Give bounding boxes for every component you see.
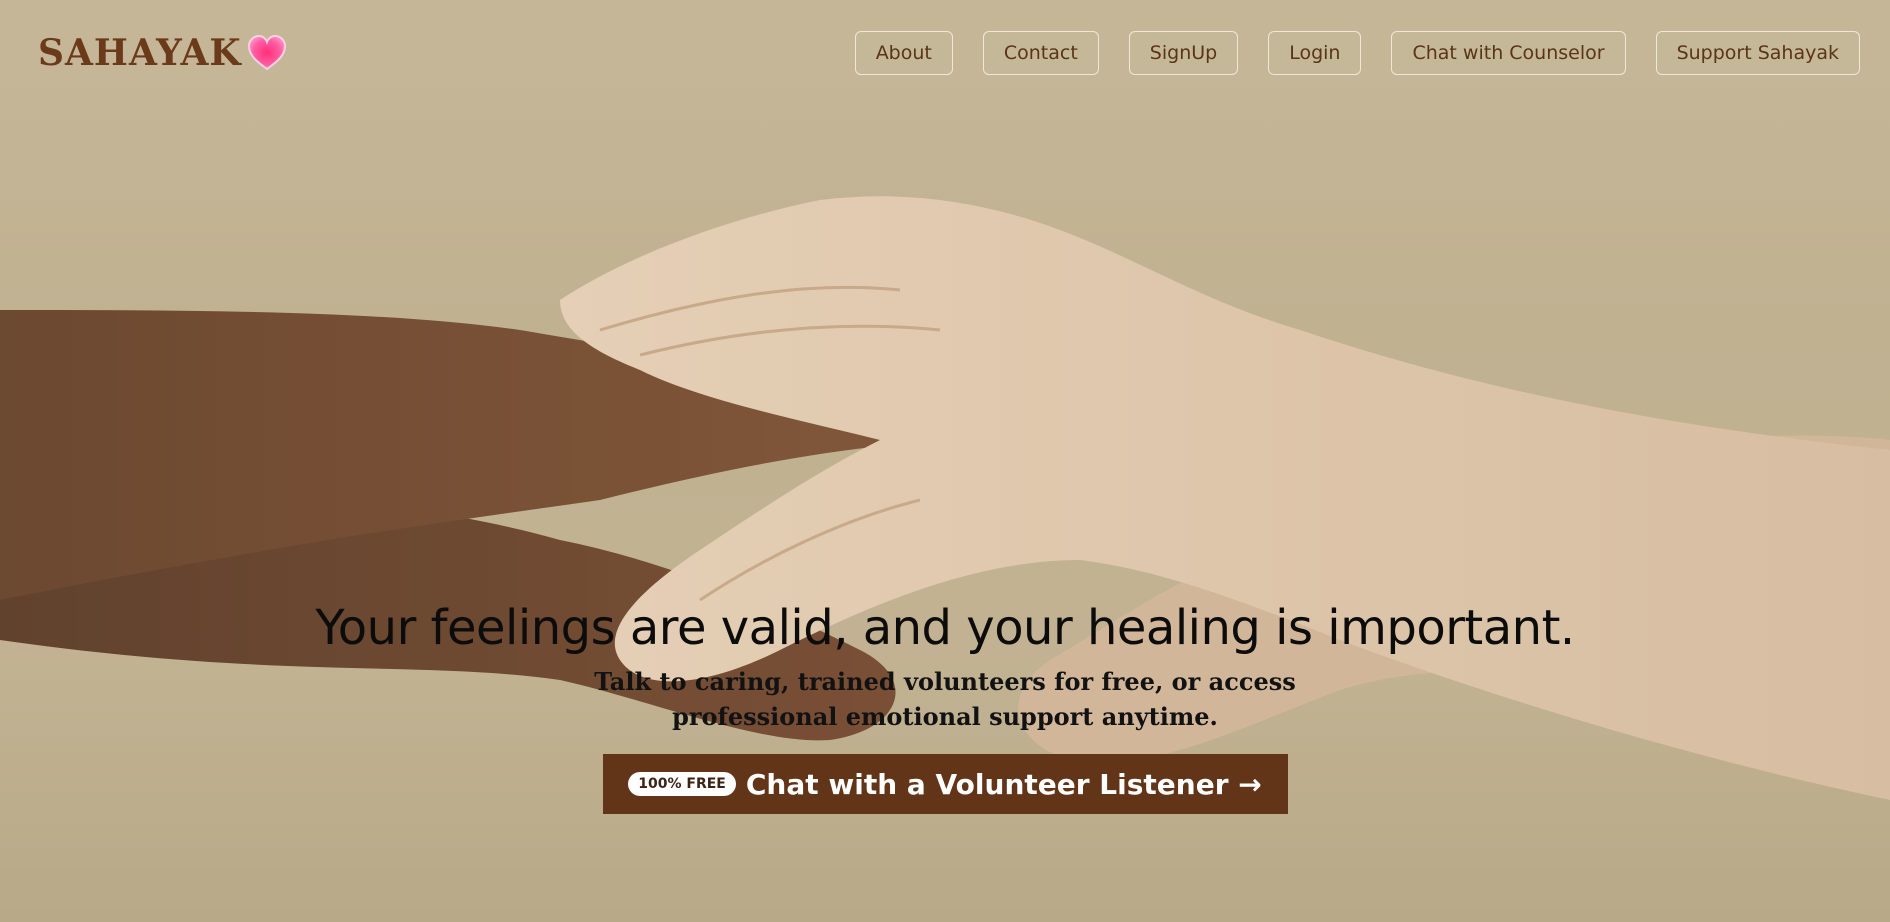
chat-volunteer-button[interactable]: 100% FREE Chat with a Volunteer Listener…: [602, 754, 1288, 814]
nav-contact-button[interactable]: Contact: [982, 30, 1099, 75]
navbar: SAHAYAK About Contact SignUp Login Chat …: [0, 0, 1890, 105]
hero-content: Your feelings are valid, and your healin…: [0, 600, 1890, 814]
brand-name: SAHAYAK: [38, 31, 242, 74]
nav-chat-counselor-button[interactable]: Chat with Counselor: [1391, 30, 1626, 75]
nav-login-button[interactable]: Login: [1268, 30, 1362, 75]
nav-about-button[interactable]: About: [854, 30, 953, 75]
nav-signup-button[interactable]: SignUp: [1128, 30, 1239, 75]
free-badge: 100% FREE: [628, 772, 736, 796]
nav-links: About Contact SignUp Login Chat with Cou…: [854, 30, 1860, 75]
hero-subtitle: Talk to caring, trained volunteers for f…: [594, 667, 1296, 731]
brand-logo[interactable]: SAHAYAK: [38, 32, 288, 74]
nav-support-button[interactable]: Support Sahayak: [1655, 30, 1860, 75]
heart-icon: [247, 34, 286, 70]
cta-label: Chat with a Volunteer Listener →: [745, 767, 1262, 801]
hero-headline: Your feelings are valid, and your healin…: [315, 600, 1575, 656]
